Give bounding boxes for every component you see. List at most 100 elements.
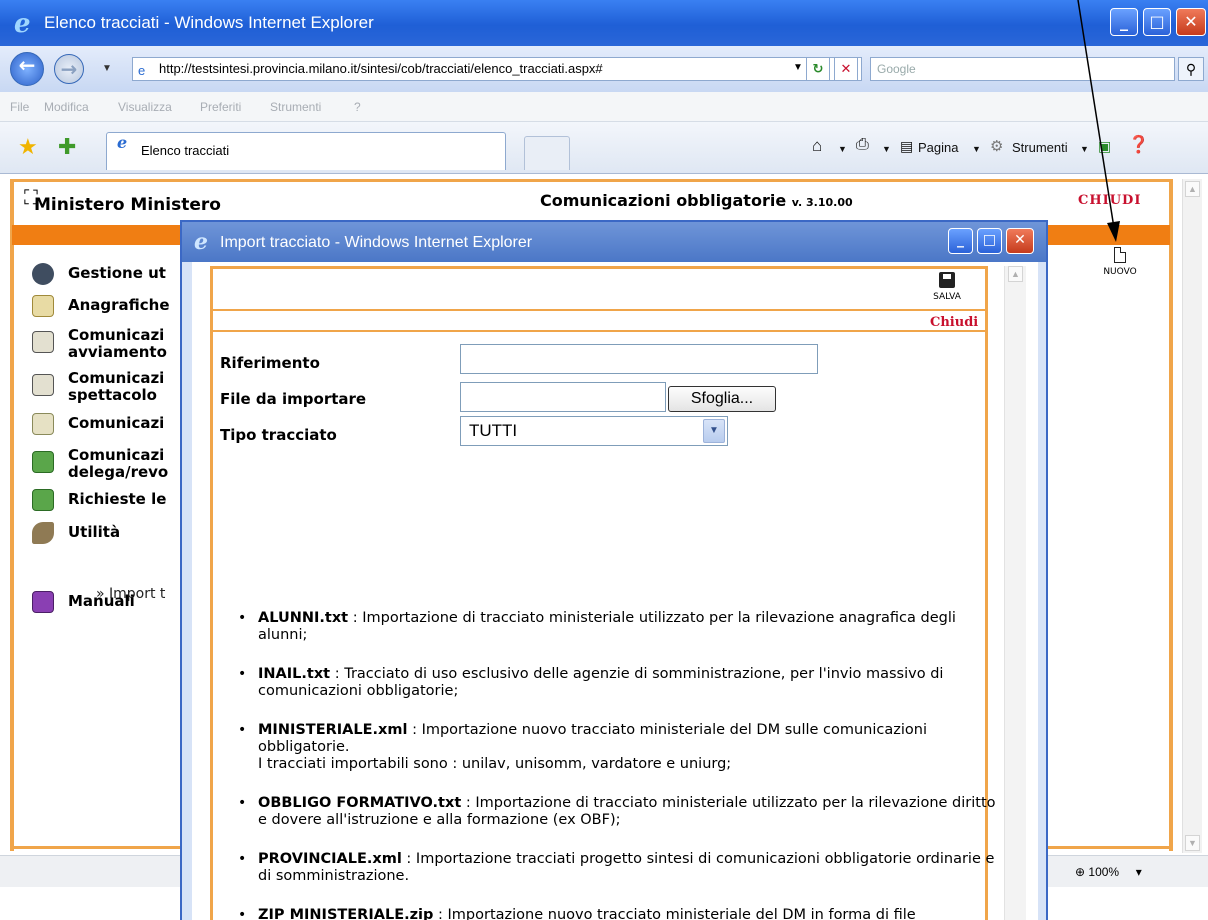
format-desc: : Tracciato di uso esclusivo delle agenz… bbox=[258, 666, 944, 699]
menu-label: Gestione ut bbox=[68, 264, 166, 282]
favorites-star-icon[interactable]: ★ bbox=[18, 134, 38, 160]
books-icon bbox=[32, 591, 54, 613]
tab-label: Elenco tracciati bbox=[141, 143, 230, 158]
format-name: ALUNNI.txt bbox=[258, 610, 349, 626]
chiudi-link[interactable]: CHIUDI bbox=[1078, 193, 1141, 208]
scroll-up-icon[interactable]: ▲ bbox=[1008, 266, 1023, 282]
minimize-button[interactable]: _ bbox=[1110, 8, 1138, 36]
riferimento-input[interactable] bbox=[460, 344, 818, 374]
menu-strumenti[interactable]: Strumenti bbox=[270, 100, 321, 114]
ie-logo-icon: e bbox=[194, 229, 208, 255]
tab-elenco-tracciati[interactable]: e Elenco tracciati bbox=[106, 132, 506, 170]
popup-scrollbar[interactable]: ▲ bbox=[1004, 266, 1026, 920]
print-dropdown-icon[interactable]: ▼ bbox=[882, 144, 891, 154]
strumenti-menu[interactable]: Strumenti bbox=[1012, 140, 1068, 155]
users-icon bbox=[32, 263, 54, 285]
search-icon[interactable]: ⚲ bbox=[1178, 57, 1204, 81]
riferimento-label: Riferimento bbox=[220, 354, 320, 372]
close-button[interactable]: ✕ bbox=[1176, 8, 1206, 36]
address-toolbar: ← → ▼ e http://testsintesi.provincia.mil… bbox=[0, 46, 1208, 92]
document-icon bbox=[32, 489, 54, 511]
tab-ie-icon: e bbox=[117, 133, 128, 152]
menu-preferiti[interactable]: Preferiti bbox=[200, 100, 241, 114]
forward-button[interactable]: → bbox=[54, 54, 84, 84]
format-name: PROVINCIALE.xml bbox=[258, 851, 402, 867]
chevron-down-icon: ▼ bbox=[703, 419, 725, 443]
list-item: INAIL.txt : Tracciato di uso esclusivo d… bbox=[238, 666, 998, 700]
app-title: Comunicazioni obbligatorie v. 3.10.00 bbox=[540, 191, 853, 210]
address-input[interactable]: e http://testsintesi.provincia.milano.it… bbox=[132, 57, 862, 81]
save-disk-icon bbox=[939, 272, 955, 288]
help-icon[interactable]: ❓ bbox=[1128, 135, 1149, 155]
pagina-menu[interactable]: Pagina bbox=[918, 140, 958, 155]
document-icon bbox=[32, 331, 54, 353]
format-desc: : Importazione di tracciato ministeriale… bbox=[258, 610, 956, 643]
popup-chiudi-link[interactable]: Chiudi bbox=[930, 315, 978, 330]
menu-label: Comunicazi spettacolo bbox=[68, 369, 165, 404]
popup-divider bbox=[210, 330, 988, 332]
research-icon[interactable]: ▣ bbox=[1098, 138, 1111, 155]
popup-body: SALVA Chiudi Riferimento File da importa… bbox=[192, 262, 1038, 920]
salva-label: SALVA bbox=[933, 292, 961, 302]
maximize-button[interactable]: □ bbox=[1143, 8, 1171, 36]
page-icon: ▤ bbox=[900, 138, 914, 154]
back-button[interactable]: ← bbox=[10, 52, 44, 86]
refresh-icon[interactable]: ↻ bbox=[806, 57, 830, 81]
menu-file[interactable]: File bbox=[10, 100, 29, 114]
history-dropdown-icon[interactable]: ▼ bbox=[102, 63, 112, 74]
sfoglia-button[interactable]: Sfoglia... bbox=[668, 386, 776, 412]
gear-icon: ⚙ bbox=[990, 138, 1004, 155]
popup-divider bbox=[210, 309, 988, 311]
stop-icon[interactable]: ✕ bbox=[834, 57, 858, 81]
print-icon[interactable]: ⎙ bbox=[856, 136, 869, 154]
menu-label: Comunicazi bbox=[68, 414, 165, 432]
list-item: ZIP MINISTERIALE.zip : Importazione nuov… bbox=[238, 907, 998, 920]
file-label: File da importare bbox=[220, 390, 367, 408]
strumenti-dropdown-icon[interactable]: ▼ bbox=[1080, 144, 1089, 154]
popup-titlebar[interactable]: e Import tracciato - Windows Internet Ex… bbox=[182, 222, 1046, 262]
menu-visualizza[interactable]: Visualizza bbox=[118, 100, 172, 114]
tag-icon bbox=[32, 295, 54, 317]
popup-title: Import tracciato - Windows Internet Expl… bbox=[220, 234, 533, 251]
tipo-tracciato-select[interactable]: TUTTI ▼ bbox=[460, 416, 728, 446]
zoom-level[interactable]: ⊕ 100% ▾ bbox=[1075, 865, 1142, 879]
salva-button[interactable]: SALVA bbox=[922, 272, 972, 302]
popup-close-button[interactable]: ✕ bbox=[1006, 228, 1034, 254]
address-text: http://testsintesi.provincia.milano.it/s… bbox=[159, 61, 603, 76]
add-favorite-icon[interactable]: ✚ bbox=[58, 134, 76, 160]
document-icon bbox=[32, 374, 54, 396]
zoom-value: 100% bbox=[1088, 865, 1120, 879]
format-name: OBBLIGO FORMATIVO.txt bbox=[258, 795, 462, 811]
nuovo-label: NUOVO bbox=[1103, 267, 1137, 277]
menu-label: Utilità bbox=[68, 523, 121, 541]
menu-label: Comunicazi delega/revo bbox=[68, 446, 169, 481]
tab-bar: ★ ✚ e Elenco tracciati ⌂ ▼ ⎙ ▼ ▤ Pagina … bbox=[0, 122, 1208, 174]
popup-minimize-button[interactable]: _ bbox=[948, 228, 973, 254]
tools-icon bbox=[32, 522, 54, 544]
format-name: ZIP MINISTERIALE.zip bbox=[258, 907, 434, 920]
search-input[interactable]: Google bbox=[870, 57, 1175, 81]
format-list: ALUNNI.txt : Importazione di tracciato m… bbox=[238, 610, 998, 920]
list-item: MINISTERIALE.xml : Importazione nuovo tr… bbox=[238, 722, 998, 773]
menu-help[interactable]: ? bbox=[354, 100, 361, 114]
popup-maximize-button[interactable]: □ bbox=[977, 228, 1002, 254]
tipo-tracciato-value: TUTTI bbox=[469, 421, 518, 440]
scroll-down-icon[interactable]: ▼ bbox=[1185, 835, 1200, 851]
scroll-up-icon[interactable]: ▲ bbox=[1185, 181, 1200, 197]
browser-titlebar[interactable]: e Elenco tracciati - Windows Internet Ex… bbox=[0, 0, 1208, 46]
menu-modifica[interactable]: Modifica bbox=[44, 100, 89, 114]
file-input[interactable] bbox=[460, 382, 666, 412]
import-popup-window: e Import tracciato - Windows Internet Ex… bbox=[180, 220, 1048, 920]
app-title-text: Comunicazioni obbligatorie bbox=[540, 191, 787, 210]
tipo-tracciato-label: Tipo tracciato bbox=[220, 426, 337, 444]
app-version: v. 3.10.00 bbox=[791, 196, 853, 209]
home-dropdown-icon[interactable]: ▼ bbox=[838, 144, 847, 154]
frame-border bbox=[1169, 179, 1173, 851]
pagina-dropdown-icon[interactable]: ▼ bbox=[972, 144, 981, 154]
menu-label: Comunicazi avviamento bbox=[68, 326, 167, 361]
page-scrollbar[interactable]: ▲ ▼ bbox=[1182, 179, 1202, 853]
new-tab-button[interactable] bbox=[524, 136, 570, 170]
nuovo-button[interactable]: NUOVO bbox=[1090, 247, 1150, 277]
home-icon[interactable]: ⌂ bbox=[812, 136, 822, 156]
format-name: MINISTERIALE.xml bbox=[258, 722, 408, 738]
